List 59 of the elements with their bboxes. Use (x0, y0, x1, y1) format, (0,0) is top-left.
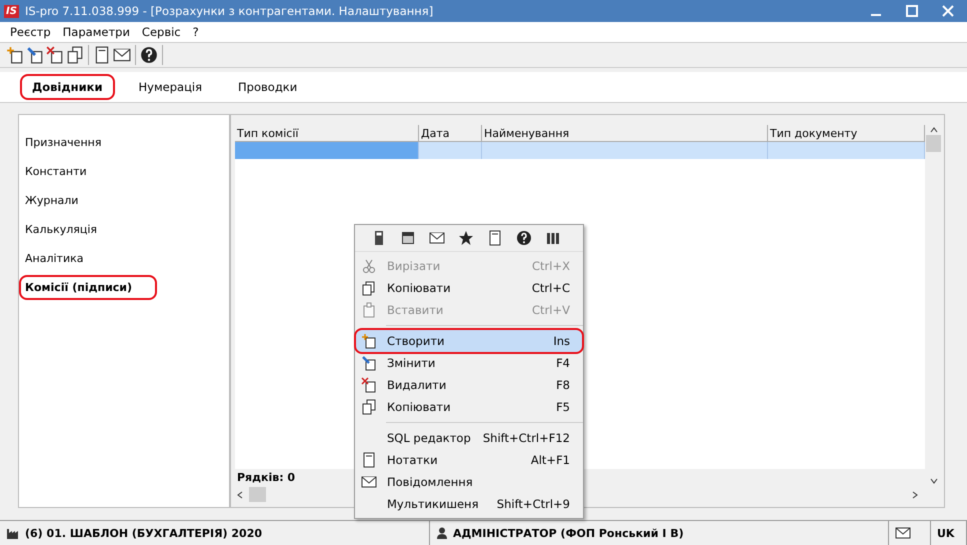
language-indicator[interactable]: UK (937, 526, 954, 540)
envelope-icon (361, 474, 377, 490)
scroll-right-icon[interactable] (910, 490, 920, 500)
edit-document-icon[interactable] (26, 46, 44, 64)
help-icon[interactable] (516, 230, 532, 246)
copy-icon (361, 280, 377, 296)
context-menu-item[interactable]: Створити Ins (356, 330, 582, 352)
copy-icon (361, 399, 377, 415)
scroll-thumb[interactable] (926, 135, 941, 152)
context-menu-item[interactable]: Мультикишеня Shift+Ctrl+9 (356, 493, 582, 515)
books-icon[interactable] (545, 230, 561, 246)
tab[interactable]: Довідники (20, 74, 115, 100)
sidebar-item[interactable]: Аналітика (19, 246, 229, 271)
context-menu-item[interactable]: Нотатки Alt+F1 (356, 449, 582, 471)
close-icon[interactable] (941, 4, 955, 18)
scroll-thumb[interactable] (249, 487, 266, 502)
window-title: IS-pro 7.11.038.999 - [Розрахунки з контрагентами. Налаштування] (24, 4, 434, 18)
star-icon[interactable] (458, 230, 474, 246)
context-menu-item[interactable]: Копіювати Ctrl+C (356, 277, 582, 299)
note-icon[interactable] (93, 46, 111, 64)
user-icon (436, 527, 448, 539)
sidebar-item[interactable]: Призначення (19, 130, 229, 155)
delete-document-icon (361, 377, 377, 393)
context-menu-item[interactable]: Копіювати F5 (356, 396, 582, 418)
sidebar-item[interactable]: Константи (19, 159, 229, 184)
context-menu-item[interactable]: Змінити F4 (356, 352, 582, 374)
scroll-up-icon[interactable] (928, 125, 938, 135)
envelope-icon[interactable] (429, 230, 445, 246)
menu-item[interactable]: ? (188, 25, 203, 39)
sidebar-item[interactable]: Калькуляція (19, 217, 229, 242)
note-icon (361, 452, 377, 468)
scissors-icon (361, 258, 377, 274)
database-label: (6) 01. ШАБЛОН (БУХГАЛТЕРІЯ) 2020 (25, 526, 262, 540)
edit-document-icon (361, 355, 377, 371)
menu-item[interactable]: Сервіс (138, 25, 185, 39)
help-icon[interactable] (140, 46, 158, 64)
note-icon[interactable] (487, 230, 503, 246)
menu-item[interactable]: Параметри (58, 25, 134, 39)
context-menu-item[interactable]: Видалити F8 (356, 374, 582, 396)
sidebar-item[interactable]: Комісії (підписи) (19, 275, 157, 300)
maximize-icon[interactable] (905, 4, 919, 18)
sidebar-item[interactable]: Журнали (19, 188, 229, 213)
app-logo: IS (4, 4, 19, 18)
envelope-icon[interactable] (113, 46, 131, 64)
context-menu-item[interactable]: SQL редактор Shift+Ctrl+F12 (356, 427, 582, 449)
tab[interactable]: Нумерація (126, 74, 214, 100)
factory-icon (6, 527, 20, 539)
envelope-icon[interactable] (895, 527, 911, 539)
scroll-down-icon[interactable] (928, 476, 938, 486)
user-label: АДМІНІСТРАТОР (ФОП Ронський І В) (453, 526, 684, 540)
copy-icon[interactable] (66, 46, 84, 64)
clipboard-icon (361, 302, 377, 318)
new-document-icon[interactable] (6, 46, 24, 64)
scroll-left-icon[interactable] (235, 490, 245, 500)
menu-item[interactable]: Реєстр (6, 25, 55, 39)
delete-document-icon[interactable] (46, 46, 64, 64)
new-document-icon (361, 333, 377, 349)
calendar-icon[interactable] (400, 230, 416, 246)
tab[interactable]: Проводки (226, 74, 310, 100)
